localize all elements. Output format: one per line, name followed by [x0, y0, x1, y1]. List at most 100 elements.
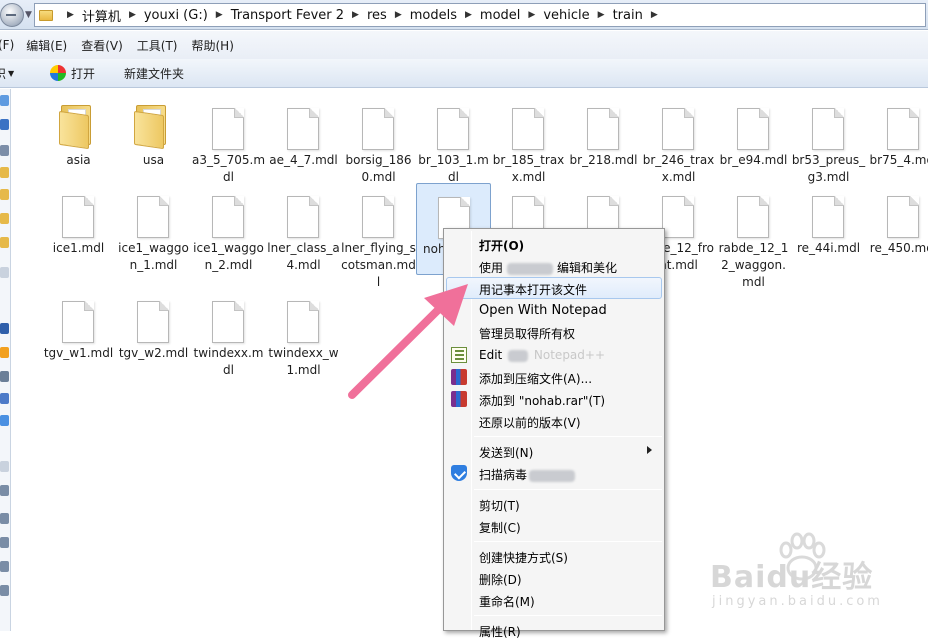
file-item[interactable]: br_185_traxx.mdl — [491, 95, 566, 187]
open-button[interactable]: 打开 — [50, 65, 124, 82]
chevron-right-icon[interactable]: ▶ — [395, 10, 402, 20]
chevron-right-icon[interactable]: ▶ — [352, 10, 359, 20]
chevron-right-icon[interactable]: ▶ — [129, 10, 136, 20]
menu-tools[interactable]: 工具(T) — [137, 37, 178, 54]
menu-send-to[interactable]: 发送到(N) — [446, 440, 662, 462]
menu-open[interactable]: 打开(O) — [446, 233, 662, 255]
menu-help[interactable]: 帮助(H) — [192, 37, 234, 54]
organize-button[interactable]: 织 ▼ — [0, 65, 50, 82]
chevron-right-icon[interactable]: ▶ — [651, 10, 658, 20]
folder-icon[interactable] — [0, 237, 9, 248]
chevron-down-icon: ▼ — [8, 68, 15, 78]
menu-cut[interactable]: 剪切(T) — [446, 493, 662, 515]
chevron-right-icon[interactable]: ▶ — [528, 10, 535, 20]
breadcrumb-computer[interactable]: 计算机 — [82, 6, 121, 25]
file-item[interactable]: rabde_12_12_waggon.mdl — [716, 183, 791, 289]
drive-icon[interactable] — [0, 485, 9, 496]
menu-open-notepad-cn-label: 用记事本打开该文件 — [479, 283, 588, 297]
file-item[interactable]: lner_flying_scotsman.mdl — [341, 183, 416, 289]
menu-properties-label: 属性(R) — [479, 625, 521, 639]
nav-item-icon[interactable] — [0, 145, 9, 156]
file-item[interactable]: a3_5_705.mdl — [191, 95, 266, 187]
breadcrumb-models[interactable]: models — [410, 8, 457, 23]
file-item[interactable]: twindexx_w1.mdl — [266, 288, 341, 380]
menu-edit-suffix: Notepad++ — [533, 348, 606, 362]
breadcrumb-train[interactable]: train — [613, 8, 643, 23]
breadcrumb-game[interactable]: Transport Fever 2 — [231, 8, 344, 23]
breadcrumb-model[interactable]: model — [480, 8, 520, 23]
menu-copy[interactable]: 复制(C) — [446, 515, 662, 537]
folder-icon[interactable] — [0, 167, 9, 178]
file-item[interactable]: tgv_w1.mdl — [41, 288, 116, 380]
menu-separator — [474, 615, 662, 616]
file-item[interactable]: ice1.mdl — [41, 183, 116, 275]
chevron-right-icon[interactable]: ▶ — [465, 10, 472, 20]
file-name: usa — [142, 153, 165, 167]
file-item[interactable]: br53_preus_g3.mdl — [791, 95, 866, 187]
file-item[interactable]: tgv_w2.mdl — [116, 288, 191, 380]
back-button[interactable] — [0, 3, 24, 27]
file-item[interactable]: twindexx.mdl — [191, 288, 266, 380]
document-icon — [287, 108, 319, 150]
recent-pages-chevron-icon[interactable]: ▼ — [25, 10, 32, 20]
menu-scan-virus[interactable]: 扫描病毒 — [446, 462, 662, 484]
file-item[interactable]: br_e94.mdl — [716, 95, 791, 187]
drive-icon[interactable] — [0, 513, 9, 524]
folder-icon[interactable] — [0, 213, 9, 224]
file-name: rabde_12_12_waggon.mdl — [718, 241, 789, 289]
blurred-text — [529, 469, 576, 482]
nav-item-icon[interactable] — [0, 267, 9, 278]
folder-item[interactable]: asia — [41, 95, 116, 187]
menu-file[interactable]: (F) — [0, 38, 14, 52]
address-breadcrumb[interactable]: ▶ 计算机 ▶ youxi (G:) ▶ Transport Fever 2 ▶… — [34, 3, 926, 27]
chevron-right-icon[interactable]: ▶ — [216, 10, 223, 20]
file-item[interactable]: ae_4_7.mdl — [266, 95, 341, 187]
drive-icon[interactable] — [0, 585, 9, 596]
menu-edit-beautify[interactable]: 使用 编辑和美化 — [446, 255, 662, 277]
menu-take-ownership-label: 管理员取得所有权 — [479, 327, 576, 341]
file-item[interactable]: br_218.mdl — [566, 95, 641, 187]
document-icon — [662, 196, 694, 238]
nav-item-icon[interactable] — [0, 347, 9, 358]
breadcrumb-vehicle[interactable]: vehicle — [543, 8, 589, 23]
breadcrumb-res[interactable]: res — [367, 8, 387, 23]
nav-item-icon[interactable] — [0, 393, 9, 404]
file-name: tgv_w1.mdl — [43, 346, 114, 360]
favorites-icon[interactable] — [0, 95, 9, 106]
nav-item-icon[interactable] — [0, 461, 9, 472]
file-item[interactable]: re_450.mdl — [866, 183, 928, 275]
nav-item-icon[interactable] — [0, 371, 9, 382]
navigation-pane[interactable] — [0, 89, 11, 631]
file-item[interactable]: lner_class_a4.mdl — [266, 183, 341, 275]
menu-create-shortcut[interactable]: 创建快捷方式(S) — [446, 545, 662, 567]
new-folder-button[interactable]: 新建文件夹 — [124, 65, 184, 82]
menu-view[interactable]: 查看(V) — [81, 37, 123, 54]
menu-edit-beautify-label: 使用 编辑和美化 — [479, 259, 617, 276]
drive-icon[interactable] — [0, 537, 9, 548]
nav-item-icon[interactable] — [0, 119, 9, 130]
folder-item[interactable]: usa — [116, 95, 191, 187]
folder-icon[interactable] — [0, 189, 9, 200]
document-icon — [662, 108, 694, 150]
menu-edit[interactable]: 编辑(E) — [26, 37, 67, 54]
menu-rename[interactable]: 重命名(M) — [446, 589, 662, 611]
file-item[interactable]: re_44i.mdl — [791, 183, 866, 275]
file-item[interactable]: borsig_1860.mdl — [341, 95, 416, 187]
menu-restore-versions[interactable]: 还原以前的版本(V) — [446, 410, 662, 432]
chevron-right-icon[interactable]: ▶ — [67, 10, 74, 20]
file-item[interactable]: ice1_waggon_2.mdl — [191, 183, 266, 275]
nav-item-icon[interactable] — [0, 323, 9, 334]
music-icon[interactable] — [0, 415, 9, 426]
breadcrumb-drive[interactable]: youxi (G:) — [144, 8, 208, 23]
menu-add-to-rar-label: 添加到 "nohab.rar"(T) — [479, 394, 606, 408]
chevron-right-icon[interactable]: ▶ — [598, 10, 605, 20]
file-item[interactable]: ice1_waggon_1.mdl — [116, 183, 191, 275]
menu-delete[interactable]: 删除(D) — [446, 567, 662, 589]
drive-icon[interactable] — [0, 561, 9, 572]
file-item[interactable]: br_103_1.mdl — [416, 95, 491, 187]
menu-properties[interactable]: 属性(R) — [446, 619, 662, 641]
menu-use-suffix: 编辑和美化 — [557, 261, 618, 275]
file-item[interactable]: br75_4.mdl — [866, 95, 928, 187]
document-icon — [362, 196, 394, 238]
file-item[interactable]: br_246_traxx.mdl — [641, 95, 716, 187]
